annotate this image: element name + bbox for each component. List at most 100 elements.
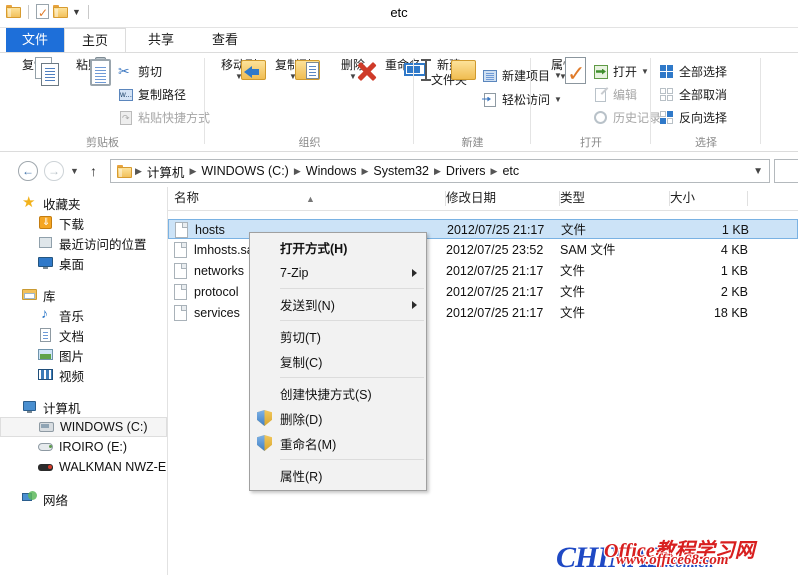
ribbon-group-label-open: 打开 — [580, 137, 602, 149]
file-type-cell: 文件 — [560, 285, 586, 299]
videos-icon — [38, 367, 54, 383]
sidebar-item-drive-e[interactable]: IROIRO (E:) — [0, 437, 167, 457]
copy-button[interactable]: 复制 — [8, 57, 60, 86]
open-button[interactable]: 打开 ▼ — [593, 61, 649, 82]
column-header-type[interactable]: 类型 — [560, 187, 670, 210]
move-to-button[interactable]: 移动到 ▼ — [213, 57, 266, 81]
context-menu-item-copy[interactable]: 复制(C) — [250, 349, 426, 374]
sidebar-item-computer[interactable]: 计算机 — [0, 397, 167, 417]
column-header-name[interactable]: 名称 ▲ — [174, 187, 446, 210]
paste-button[interactable]: 粘贴 — [62, 57, 114, 86]
sidebar-item-pictures[interactable]: 图片 — [0, 345, 167, 365]
ribbon-group-select: 全部选择 全部取消 反向选择 选择 — [651, 53, 761, 152]
tab-view[interactable]: 查看 — [194, 28, 256, 52]
open-caret-icon[interactable]: ▼ — [641, 67, 649, 76]
copy-to-button[interactable]: 复制到 ▼ — [267, 57, 320, 81]
invert-select-button[interactable]: 反向选择 — [659, 107, 727, 128]
tab-home[interactable]: 主页 — [64, 28, 126, 52]
network-icon — [22, 491, 38, 507]
sidebar-item-libraries[interactable]: 库 — [0, 285, 167, 305]
sidebar-item-recent-places[interactable]: 最近访问的位置 — [0, 233, 167, 253]
file-type-cell: 文件 — [560, 264, 586, 278]
file-date-cell: 2012/07/25 21:17 — [446, 264, 544, 278]
select-all-icon — [659, 64, 675, 80]
context-menu-item-7zip[interactable]: 7-Zip — [250, 260, 426, 285]
edit-button: 编辑 — [593, 84, 637, 105]
file-icon — [174, 242, 187, 258]
paste-shortcut-icon: ↷ — [118, 110, 134, 126]
chevron-down-icon[interactable]: ▼ — [753, 166, 763, 177]
tab-share[interactable]: 共享 — [130, 28, 192, 52]
breadcrumb-windows[interactable]: Windows — [302, 164, 361, 178]
file-size-cell: 1 KB — [721, 223, 749, 237]
library-icon — [22, 287, 38, 303]
ribbon-group-new: 新建 文件夹 新建项目 ▼ 轻松访问 ▼ 新建 — [414, 53, 562, 152]
tab-file[interactable]: 文件 — [6, 28, 64, 52]
downloads-icon: ⇓ — [38, 215, 54, 231]
sidebar-item-videos[interactable]: 视频 — [0, 365, 167, 385]
address-bar: ← → ▼ ↑ ▶ 计算机 ▶ WINDOWS (C:) ▶ Windows ▶… — [0, 155, 798, 187]
uac-shield-icon — [257, 410, 272, 426]
context-menu-item-create-shortcut[interactable]: 创建快捷方式(S) — [250, 381, 426, 406]
context-menu-item-properties[interactable]: 属性(R) — [250, 463, 426, 488]
column-header-date[interactable]: 修改日期 — [446, 187, 560, 210]
context-menu-item-cut[interactable]: 剪切(T) — [250, 324, 426, 349]
address-input[interactable]: ▶ 计算机 ▶ WINDOWS (C:) ▶ Windows ▶ System3… — [110, 159, 770, 183]
context-menu-item-rename[interactable]: 重命名(M) — [250, 431, 426, 456]
ribbon-tabstrip: 文件 主页 共享 查看 — [0, 28, 798, 52]
breadcrumb-etc[interactable]: etc — [498, 164, 523, 178]
context-menu-item-send-to[interactable]: 发送到(N) — [250, 292, 426, 317]
new-folder-button[interactable]: 新建 文件夹 — [420, 57, 478, 87]
context-menu-item-delete[interactable]: 删除(D) — [250, 406, 426, 431]
breadcrumb-drive-c[interactable]: WINDOWS (C:) — [197, 164, 292, 178]
sidebar-item-downloads[interactable]: ⇓ 下载 — [0, 213, 167, 233]
sidebar-item-documents[interactable]: 文档 — [0, 325, 167, 345]
copy-path-button[interactable]: w... 复制路径 — [118, 84, 186, 105]
computer-icon — [22, 399, 38, 415]
file-size-cell: 1 KB — [720, 264, 748, 278]
up-arrow-icon[interactable]: ↑ — [90, 163, 97, 179]
sidebar-item-favorites[interactable]: 收藏夹 — [0, 193, 167, 213]
context-menu[interactable]: 打开方式(H) 7-Zip 发送到(N) 剪切(T) 复制(C) 创建快捷方式(… — [249, 232, 427, 491]
breadcrumb-drivers[interactable]: Drivers — [442, 164, 490, 178]
context-menu-separator — [280, 288, 424, 289]
recent-locations-caret[interactable]: ▼ — [70, 166, 79, 176]
ribbon-group-label-organize: 组织 — [298, 137, 321, 149]
window-title: etc — [390, 5, 408, 20]
cut-button[interactable]: 剪切 — [118, 61, 162, 82]
properties-button[interactable]: ✓ 属性 ▼ — [537, 57, 589, 85]
column-headers: 名称 ▲ 修改日期 类型 大小 — [168, 187, 798, 211]
sidebar-item-drive-c[interactable]: WINDOWS (C:) — [0, 417, 167, 437]
music-icon — [38, 305, 54, 323]
forward-arrow-icon[interactable]: → — [44, 161, 64, 181]
breadcrumb-separator: ▶ — [189, 165, 197, 176]
file-date-cell: 2012/07/25 21:17 — [447, 223, 545, 237]
copy-path-icon: w... — [119, 88, 133, 101]
select-none-button[interactable]: 全部取消 — [659, 84, 727, 105]
sidebar-item-music[interactable]: 音乐 — [0, 305, 167, 325]
breadcrumb-separator: ▶ — [293, 165, 301, 176]
sidebar-item-desktop[interactable]: 桌面 — [0, 253, 167, 273]
group-divider — [760, 58, 761, 144]
scissors-icon — [118, 63, 134, 80]
sidebar-item-network[interactable]: 网络 — [0, 489, 167, 509]
delete-button[interactable]: 删除 ▼ — [327, 57, 379, 82]
file-explorer-window: ✓ ▼ etc 文件 主页 共享 查看 复制 粘贴 剪切 — [0, 0, 798, 575]
select-all-button[interactable]: 全部选择 — [659, 61, 727, 82]
submenu-arrow-icon — [412, 301, 417, 309]
open-icon — [593, 64, 609, 80]
hard-drive-icon — [39, 419, 55, 435]
search-input[interactable] — [774, 159, 798, 183]
navigation-pane[interactable]: 收藏夹 ⇓ 下载 最近访问的位置 桌面 库 音乐 — [0, 187, 168, 575]
file-icon — [174, 263, 187, 279]
file-date-cell: 2012/07/25 21:17 — [446, 306, 544, 320]
column-header-size[interactable]: 大小 — [670, 187, 748, 210]
column-divider[interactable] — [747, 191, 748, 206]
breadcrumb-system32[interactable]: System32 — [369, 164, 433, 178]
back-arrow-icon[interactable]: ← — [18, 161, 38, 181]
breadcrumb-computer[interactable]: 计算机 — [143, 162, 189, 181]
sidebar-item-walkman[interactable]: WALKMAN NWZ-E — [0, 457, 167, 477]
context-menu-item-open-with[interactable]: 打开方式(H) — [250, 235, 426, 260]
file-size-cell: 4 KB — [720, 243, 748, 257]
